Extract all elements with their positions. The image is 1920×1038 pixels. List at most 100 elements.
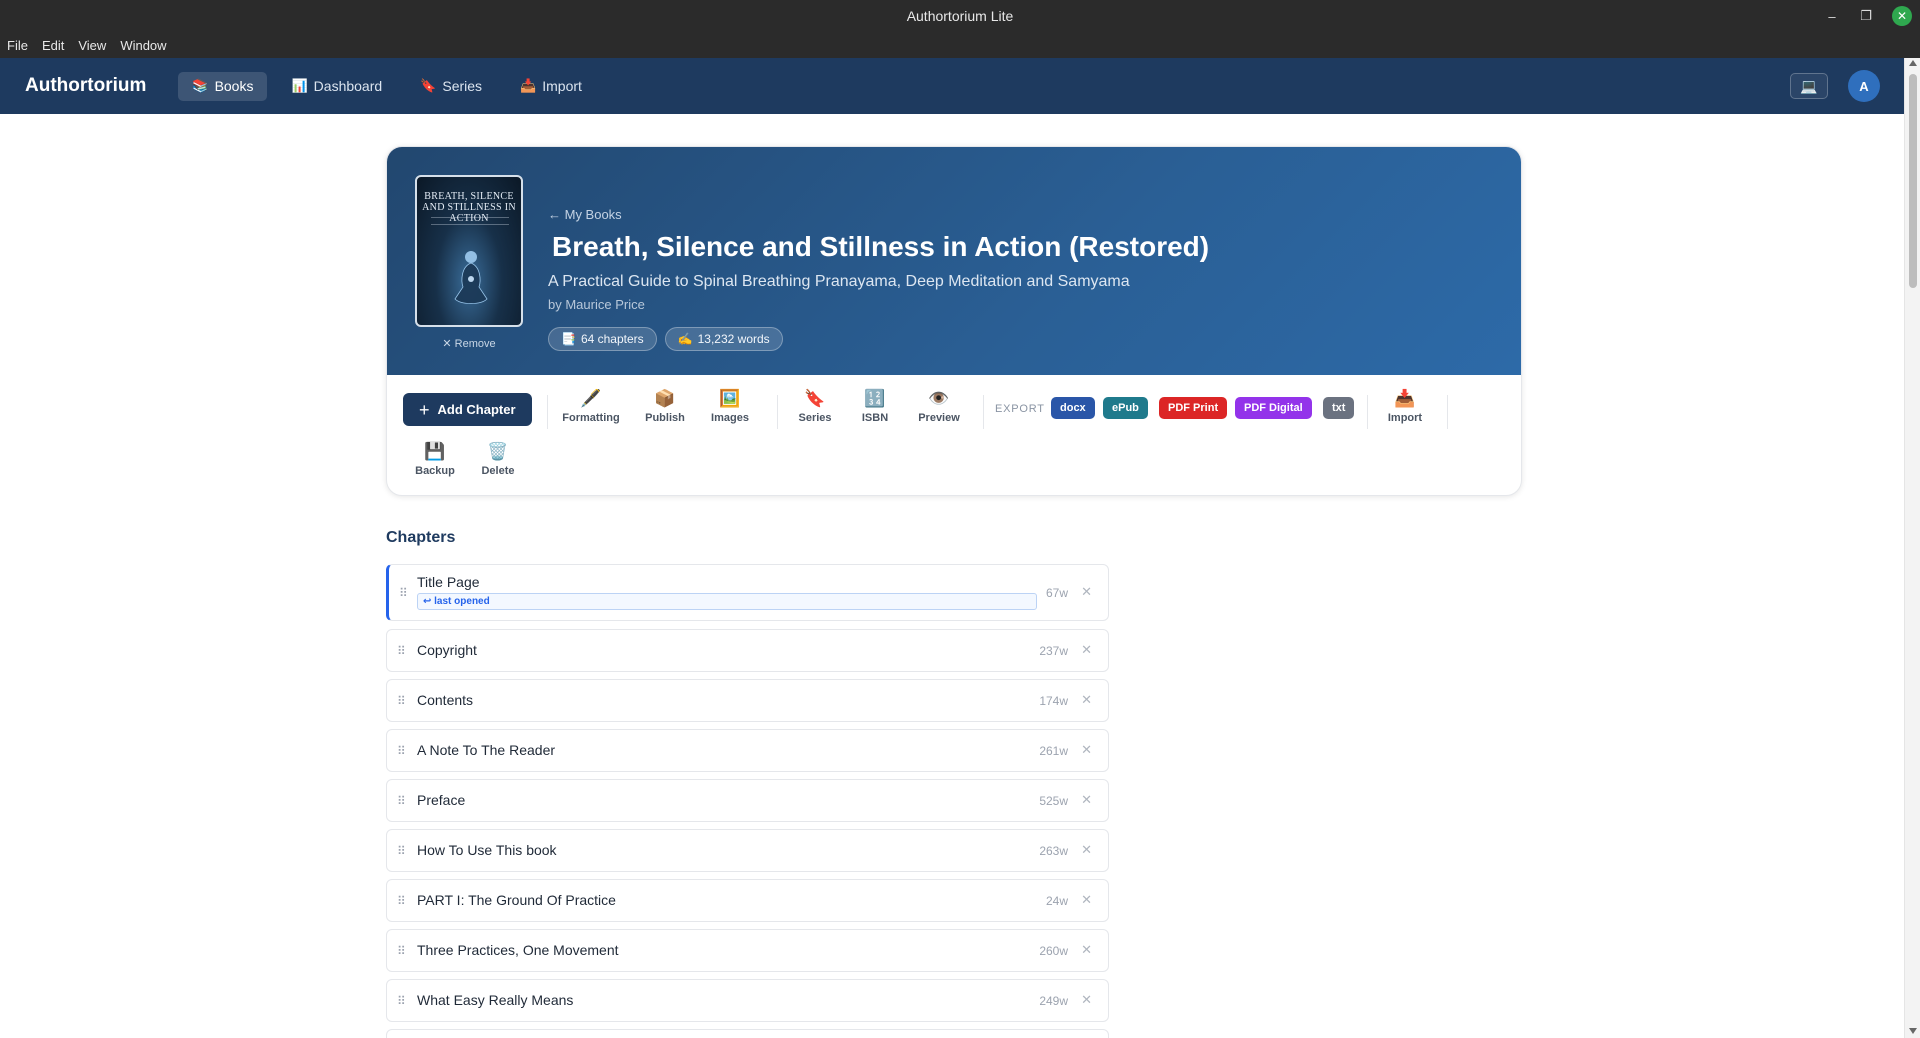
nav-import-label: Import xyxy=(542,78,582,94)
toolbar-divider xyxy=(1447,395,1448,429)
isbn-label: ISBN xyxy=(861,412,889,424)
chapter-word-count: 260w xyxy=(1039,944,1068,958)
chapter-word-count: 249w xyxy=(1039,994,1068,1008)
delete-chapter-icon[interactable]: ✕ xyxy=(1081,942,1092,958)
import-button[interactable]: 📥 Import xyxy=(1373,389,1437,424)
export-docx-button[interactable]: docx xyxy=(1051,397,1095,419)
eye-icon: 👁️ xyxy=(928,389,950,408)
toolbar-divider xyxy=(1367,395,1368,429)
chapter-word-count: 237w xyxy=(1039,644,1068,658)
delete-chapter-icon[interactable]: ✕ xyxy=(1081,642,1092,658)
import-label: Import xyxy=(1387,412,1423,424)
brand-logo[interactable]: Authortorium xyxy=(25,75,146,97)
drag-handle-icon[interactable]: ⠿ xyxy=(397,644,406,658)
back-to-books-link[interactable]: ← My Books xyxy=(548,207,622,222)
close-icon[interactable]: ✕ xyxy=(1892,6,1912,26)
chapter-row[interactable]: ⠿ A Note To The Reader 261w ✕ xyxy=(386,729,1109,772)
chapter-row[interactable]: ⠿ How To Use This book 263w ✕ xyxy=(386,829,1109,872)
export-pdf-digital-button[interactable]: PDF Digital xyxy=(1235,397,1312,419)
nav-series[interactable]: 🔖 Series xyxy=(406,72,496,101)
scroll-thumb[interactable] xyxy=(1909,74,1917,288)
avatar[interactable]: A xyxy=(1848,70,1880,102)
chart-icon: 📊 xyxy=(291,78,308,93)
document-icon: 📑 xyxy=(561,332,576,346)
drag-handle-icon[interactable]: ⠿ xyxy=(397,844,406,858)
chapter-row[interactable]: ⠿ What Easy Really Means 249w ✕ xyxy=(386,979,1109,1022)
publish-label: Publish xyxy=(645,412,685,424)
book-cover[interactable]: BREATH, SILENCE AND STILLNESS IN ACTION xyxy=(415,175,523,327)
floppy-disk-icon: 💾 xyxy=(424,442,446,461)
app-header: Authortorium 📚 Books 📊 Dashboard 🔖 Serie… xyxy=(0,58,1904,114)
preview-label: Preview xyxy=(918,412,960,424)
chapter-title: What Easy Really Means xyxy=(417,992,574,1008)
delete-chapter-icon[interactable]: ✕ xyxy=(1081,692,1092,708)
remove-cover-link[interactable]: ✕ Remove xyxy=(415,337,523,350)
window-titlebar: Authortorium Lite – ❐ ✕ xyxy=(0,0,1920,32)
books-icon: 📚 xyxy=(192,78,209,93)
menu-view[interactable]: View xyxy=(78,38,106,53)
nav-books-label: Books xyxy=(214,78,254,94)
chapter-word-count: 174w xyxy=(1039,694,1068,708)
chapter-row[interactable] xyxy=(386,1029,1109,1038)
menu-file[interactable]: File xyxy=(7,38,28,53)
nav-import[interactable]: 📥 Import xyxy=(506,72,596,101)
delete-chapter-icon[interactable]: ✕ xyxy=(1081,892,1092,908)
export-pdf-print-button[interactable]: PDF Print xyxy=(1159,397,1228,419)
drag-handle-icon[interactable]: ⠿ xyxy=(397,894,406,908)
add-chapter-button[interactable]: + Add Chapter xyxy=(403,393,532,426)
backup-label: Backup xyxy=(415,465,455,477)
export-epub-button[interactable]: ePub xyxy=(1103,397,1148,419)
chapter-title: Copyright xyxy=(417,642,477,658)
nav-series-label: Series xyxy=(442,78,483,94)
isbn-button[interactable]: 🔢 ISBN xyxy=(843,389,907,424)
delete-chapter-icon[interactable]: ✕ xyxy=(1081,842,1092,858)
formatting-button[interactable]: 🖋️ Formatting xyxy=(559,389,623,424)
menu-window[interactable]: Window xyxy=(120,38,166,53)
scroll-down-arrow-icon[interactable] xyxy=(1909,1028,1917,1034)
nav-dashboard[interactable]: 📊 Dashboard xyxy=(277,72,396,101)
nav-books[interactable]: 📚 Books xyxy=(178,71,268,101)
inbox-icon: 📥 xyxy=(520,78,537,93)
drag-handle-icon[interactable]: ⠿ xyxy=(397,694,406,708)
chapter-count-badge: 📑 64 chapters xyxy=(548,327,657,351)
publish-button[interactable]: 📦 Publish xyxy=(633,389,697,424)
book-hero: BREATH, SILENCE AND STILLNESS IN ACTION … xyxy=(387,147,1521,375)
page-scrollbar[interactable] xyxy=(1904,58,1920,1038)
book-stats: 📑 64 chapters ✍️ 13,232 words xyxy=(548,327,783,351)
chapter-row[interactable]: ⠿ PART I: The Ground Of Practice 24w ✕ xyxy=(386,879,1109,922)
drag-handle-icon[interactable]: ⠿ xyxy=(397,994,406,1008)
chapter-row[interactable]: ⠿ Three Practices, One Movement 260w ✕ xyxy=(386,929,1109,972)
header-actions: 💻 A xyxy=(1790,58,1880,114)
device-toggle-button[interactable]: 💻 xyxy=(1790,73,1828,99)
package-icon: 📦 xyxy=(654,389,676,408)
export-txt-button[interactable]: txt xyxy=(1323,397,1355,419)
images-button[interactable]: 🖼️ Images xyxy=(698,389,762,424)
minimize-icon[interactable]: – xyxy=(1824,8,1840,24)
drag-handle-icon[interactable]: ⠿ xyxy=(397,944,406,958)
preview-button[interactable]: 👁️ Preview xyxy=(907,389,971,424)
inbox-icon: 📥 xyxy=(1394,389,1416,408)
chapter-row[interactable]: ⠿ Preface 525w ✕ xyxy=(386,779,1109,822)
maximize-icon[interactable]: ❐ xyxy=(1858,8,1874,24)
chapter-row[interactable]: ⠿ Copyright 237w ✕ xyxy=(386,629,1109,672)
menu-edit[interactable]: Edit xyxy=(42,38,64,53)
chapter-row[interactable]: ⠿ Contents 174w ✕ xyxy=(386,679,1109,722)
drag-handle-icon[interactable]: ⠿ xyxy=(397,744,406,758)
drag-handle-icon[interactable]: ⠿ xyxy=(397,794,406,808)
writing-hand-icon: ✍️ xyxy=(677,332,693,346)
chapter-list: ⠿ Title Page ↩ last opened 67w ✕ ⠿ Copyr… xyxy=(386,564,1109,1038)
chapter-word-count: 24w xyxy=(1045,894,1068,908)
backup-button[interactable]: 💾 Backup xyxy=(403,442,467,477)
series-button[interactable]: 🔖 Series xyxy=(783,389,847,424)
toolbar-divider xyxy=(547,395,548,429)
images-label: Images xyxy=(711,412,749,424)
delete-chapter-icon[interactable]: ✕ xyxy=(1081,792,1092,808)
chapter-title: Preface xyxy=(417,792,466,808)
delete-button[interactable]: 🗑️ Delete xyxy=(466,442,530,477)
scroll-up-arrow-icon[interactable] xyxy=(1909,60,1917,66)
chapter-row[interactable]: ⠿ Title Page ↩ last opened 67w ✕ xyxy=(386,564,1109,621)
delete-chapter-icon[interactable]: ✕ xyxy=(1081,992,1092,1008)
drag-handle-icon[interactable]: ⠿ xyxy=(399,586,408,600)
delete-chapter-icon[interactable]: ✕ xyxy=(1081,742,1092,758)
delete-chapter-icon[interactable]: ✕ xyxy=(1081,584,1092,600)
